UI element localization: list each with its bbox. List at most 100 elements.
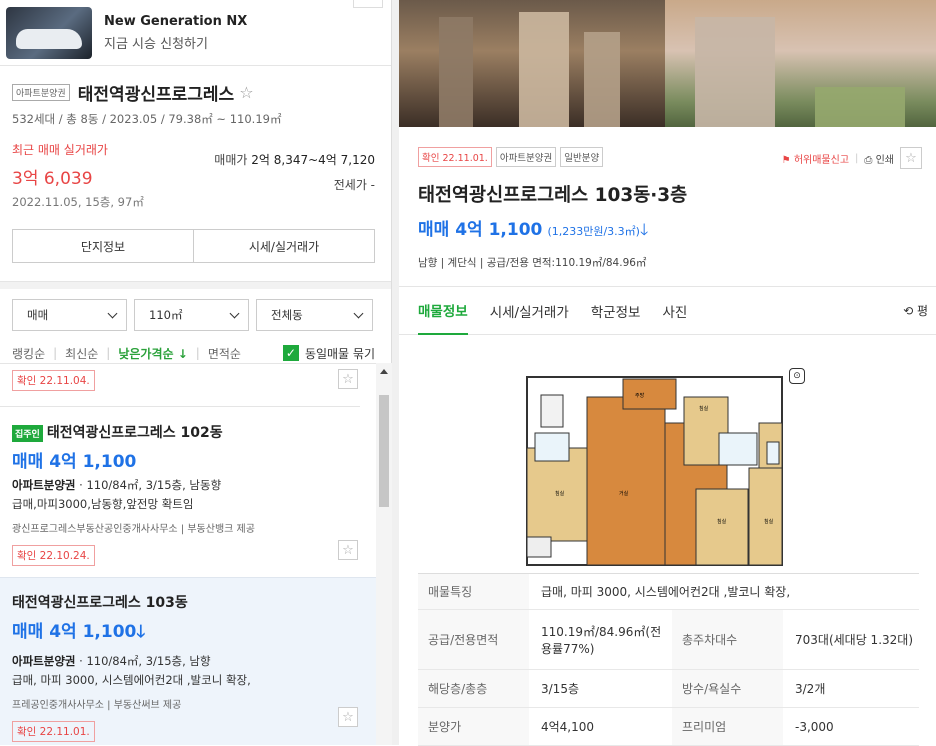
tab-photos[interactable]: 사진 — [662, 286, 687, 335]
ad-image — [6, 6, 92, 59]
listing-spec: 110/84㎡, 3/15층, 남동향 — [86, 478, 222, 492]
recent-trade-label: 최근 매매 실거래가 — [12, 143, 108, 157]
type-badge: 아파트분양권 — [495, 147, 557, 167]
unit-toggle[interactable]: ⟲ 평 — [903, 302, 928, 319]
listing-info: 남향 | 계단식 | 공급/전용 면적:110.19㎡/84.96㎡ — [418, 257, 647, 269]
tab-complex-info[interactable]: 단지정보 — [13, 230, 193, 262]
trade-type-value: 매매 — [27, 308, 49, 322]
sale-range-value: 2억 8,347~4억 7,120 — [251, 153, 375, 167]
table-value: 4억4,100 — [541, 720, 595, 734]
sale-range-label: 매매가 — [214, 153, 248, 167]
list-item[interactable]: 확인 22.11.04. ☆ — [0, 364, 360, 407]
agent-name: 광신프로그레스부동산공인중개사사무소 — [12, 524, 178, 535]
table-value: -3,000 — [795, 719, 834, 734]
favorite-star-icon[interactable]: ☆ — [900, 147, 922, 169]
listing-header: 확인 22.11.01. 아파트분양권 일반분양 ⚑ 허위매물신고 | ⎙ 인쇄… — [399, 127, 936, 270]
floor-plan-image: 주방 침실 거실 침실 침실 침실 — [526, 376, 783, 566]
confirm-date-badge: 확인 22.10.24. — [12, 545, 95, 566]
table-value: 110.19㎡/84.96㎡(전용률77%) — [541, 624, 662, 656]
provider: 부동산뱅크 제공 — [187, 524, 255, 535]
tab-school-info[interactable]: 학군정보 — [591, 286, 641, 335]
listing-type: 아파트분양권 — [12, 478, 76, 492]
svg-text:침실: 침실 — [717, 518, 727, 525]
arrow-down-icon: 🡓 — [136, 622, 146, 642]
complex-summary: 아파트분양권 태전역광신프로그레스 ☆ 532세대 / 총 8동 / 2023.… — [0, 66, 391, 210]
group-same-listing-toggle[interactable]: ✓ 동일매물 묶기 — [282, 345, 375, 362]
svg-text:침실: 침실 — [555, 490, 565, 497]
area-value: 110㎡ — [149, 308, 183, 322]
svg-text:거실: 거실 — [619, 490, 629, 497]
trade-type-select[interactable]: 매매 — [12, 299, 127, 331]
svg-text:주방: 주방 — [635, 392, 645, 399]
provider: 부동산써브 제공 — [113, 700, 182, 711]
agent-name: 프레공인중개사사무소 — [12, 700, 104, 711]
ad-close-button[interactable] — [353, 0, 383, 8]
listing-list: 확인 22.11.04. ☆ 집주인 태전역광신프로그레스 102동 매매 4억 … — [0, 363, 376, 745]
tab-listing-info[interactable]: 매물정보 — [418, 286, 468, 335]
listing-title: 태전역광신프로그레스 102동 — [46, 425, 223, 441]
listing-detail-table: 매물특징 급매, 마피 3000, 시스템에어컨2대 ,발코니 확장, 공급/전… — [418, 573, 919, 746]
recent-trade-date: 2022.11.05, 15층, 97㎡ — [12, 195, 144, 209]
favorite-star-icon[interactable]: ☆ — [338, 369, 358, 389]
ad-subtitle: 지금 시승 신청하기 — [104, 36, 208, 52]
svg-text:침실: 침실 — [699, 405, 709, 412]
complex-tag: 아파트분양권 — [12, 84, 70, 101]
favorite-star-icon[interactable]: ☆ — [239, 83, 253, 102]
tab-market-price[interactable]: 시세/실거래가 — [193, 230, 374, 262]
listing-desc: 급매, 마피 3000, 시스템에어컨2대 ,발코니 확장, — [12, 673, 251, 687]
ad-banner[interactable]: New Generation NX 지금 시승 신청하기 — [0, 0, 391, 66]
listing-type: 아파트분양권 — [12, 654, 76, 668]
recent-trade-price: 3억 6,039 — [12, 169, 93, 189]
complex-tabs: 단지정보 시세/실거래가 — [12, 229, 375, 263]
photo-garden[interactable] — [665, 0, 936, 127]
table-key: 해당층/총층 — [418, 670, 529, 707]
list-item-selected[interactable]: 태전역광신프로그레스 103동 매매 4억 1,100🡓 아파트분양권 · 11… — [0, 577, 376, 745]
table-key: 분양가 — [418, 708, 529, 745]
filter-bar: 매매 110㎡ 전체동 — [0, 289, 391, 331]
building-select[interactable]: 전체동 — [256, 299, 373, 331]
sale-kind-badge: 일반분양 — [560, 147, 604, 167]
list-item[interactable]: 집주인 태전역광신프로그레스 102동 매매 4억 1,100 아파트분양권 · … — [0, 407, 376, 577]
table-key: 프리미엄 — [672, 708, 783, 745]
listing-price: 매매 4억 1,100🡓 — [12, 622, 146, 642]
scroll-up-icon[interactable] — [380, 369, 388, 374]
list-scrollbar[interactable] — [376, 363, 392, 745]
photo-night-building[interactable] — [399, 0, 665, 127]
arrow-down-icon: 🡓 — [639, 220, 649, 239]
favorite-star-icon[interactable]: ☆ — [338, 540, 358, 560]
area-select[interactable]: 110㎡ — [134, 299, 249, 331]
chevron-down-icon — [229, 308, 240, 318]
report-button[interactable]: ⚑ 허위매물신고 — [782, 151, 849, 166]
table-value: 703대(세대당 1.32대) — [795, 633, 914, 647]
listing-title: 태전역광신프로그레스 103동 — [12, 595, 188, 611]
jeonse-price: 전세가 - — [333, 178, 375, 192]
sort-latest[interactable]: 최신순 — [65, 345, 98, 362]
listing-price: 매매 4억 1,100 — [12, 452, 137, 472]
owner-badge: 집주인 — [12, 424, 43, 442]
floor-plan[interactable]: 주방 침실 거실 침실 침실 침실 ⊙ — [399, 335, 936, 590]
table-key: 매물특징 — [418, 574, 529, 609]
checkbox-checked-icon[interactable]: ✓ — [282, 345, 299, 361]
tab-market-price[interactable]: 시세/실거래가 — [490, 286, 569, 335]
table-key: 방수/욕실수 — [672, 670, 783, 707]
table-key: 공급/전용면적 — [418, 610, 529, 669]
scroll-thumb[interactable] — [379, 395, 389, 507]
building-value: 전체동 — [271, 308, 303, 322]
table-key: 총주차대수 — [672, 610, 783, 669]
sort-area[interactable]: 면적순 — [208, 345, 241, 362]
confirm-date-badge: 확인 22.11.01. — [418, 147, 492, 167]
chevron-down-icon — [107, 308, 118, 318]
ad-title: New Generation NX — [104, 13, 248, 29]
table-value: 3/15층 — [541, 682, 579, 696]
complex-name: 태전역광신프로그레스 — [77, 85, 235, 105]
sort-low-price[interactable]: 낮은가격순 ↓ — [118, 345, 187, 362]
zoom-icon[interactable]: ⊙ — [789, 368, 805, 384]
photo-strip[interactable] — [399, 0, 936, 127]
listing-desc: 급매,마피3000,남동향,앞전망 확트임 — [12, 497, 194, 511]
listing-price: 매매 4억 1,100 (1,233만원/3.3㎡)🡓 — [418, 220, 649, 240]
confirm-date-badge: 확인 22.11.04. — [12, 370, 95, 391]
sort-ranking[interactable]: 랭킹순 — [12, 345, 45, 362]
print-button[interactable]: ⎙ 인쇄 — [864, 151, 894, 166]
section-divider — [0, 281, 391, 289]
favorite-star-icon[interactable]: ☆ — [338, 707, 358, 727]
